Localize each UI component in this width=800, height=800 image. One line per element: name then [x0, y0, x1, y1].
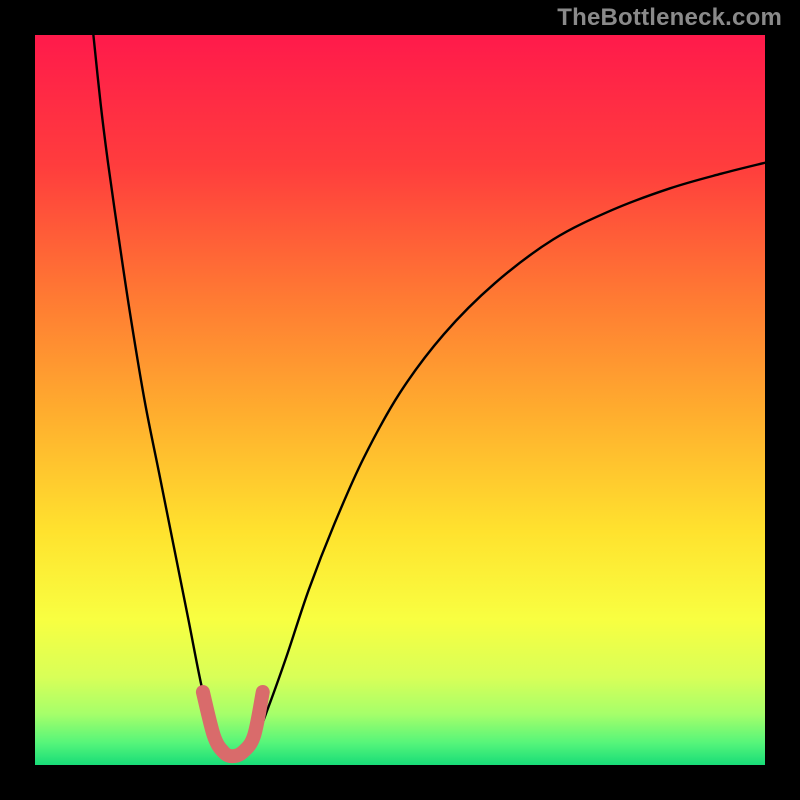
watermark-text: TheBottleneck.com — [557, 4, 782, 32]
bottleneck-chart — [0, 0, 800, 800]
chart-frame: { "watermark": "TheBottleneck.com", "cha… — [0, 0, 800, 800]
